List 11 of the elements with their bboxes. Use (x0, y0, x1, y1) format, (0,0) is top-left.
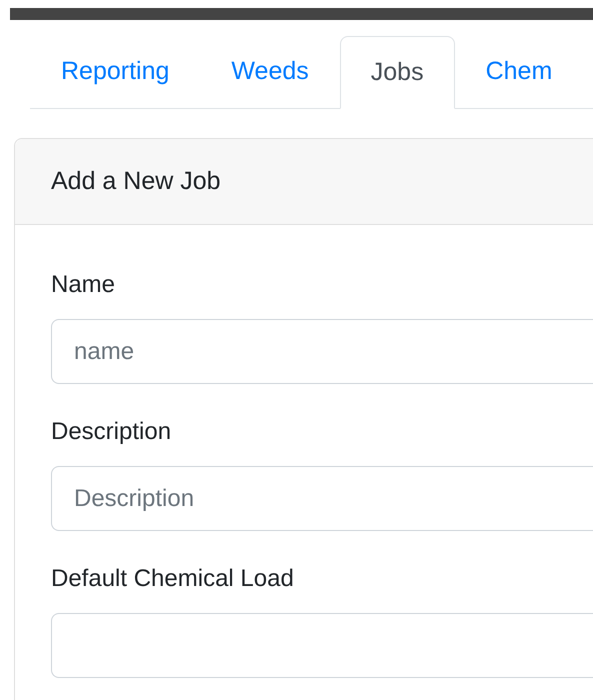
tab[interactable]: Chem (454, 35, 554, 108)
tab[interactable]: Jobs (340, 36, 455, 109)
field-label: Description (51, 417, 172, 447)
input-field[interactable]: Description (51, 466, 593, 531)
tab[interactable]: Weeds (200, 35, 340, 108)
field-label: Name (51, 270, 116, 300)
field-label: Default Chemical Load (51, 564, 295, 594)
input-field[interactable] (51, 613, 593, 678)
card-title: Add a New Job (51, 166, 221, 197)
input-field[interactable]: name (51, 319, 593, 384)
tab[interactable]: Reporting (30, 35, 200, 108)
